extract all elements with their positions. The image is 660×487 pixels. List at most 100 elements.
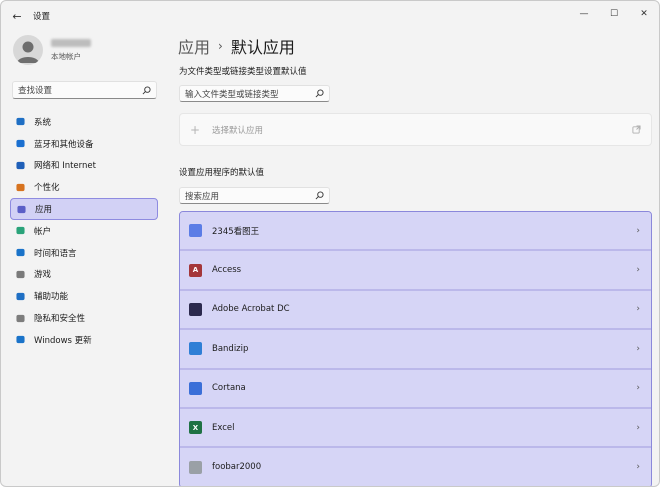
chevron-right-icon: ›	[636, 343, 640, 354]
sidebar-item-4[interactable]: 应用	[10, 198, 158, 220]
maximize-button[interactable]: ☐	[599, 1, 629, 27]
app-search-placeholder: 搜索应用	[185, 191, 220, 202]
sidebar-item-label: 隐私和安全性	[34, 314, 86, 325]
plus-icon: +	[190, 122, 201, 137]
sidebar-item-label: 个性化	[34, 183, 60, 194]
accessibility-icon	[16, 292, 25, 301]
file-type-search-placeholder: 输入文件类型或链接类型	[185, 89, 279, 100]
access-icon: A	[189, 263, 202, 277]
foobar2000-icon	[189, 460, 202, 474]
excel-icon: X	[189, 421, 202, 435]
app-row[interactable]: 2345看图王 ›	[180, 212, 651, 252]
chevron-right-icon: ›	[636, 304, 640, 315]
sidebar-item-6[interactable]: 时间和语言	[10, 242, 158, 264]
chevron-right-icon: ›	[636, 265, 640, 276]
sidebar-item-label: 时间和语言	[34, 248, 77, 259]
back-arrow-icon: ←	[12, 9, 22, 23]
app-row[interactable]: X Excel ›	[180, 408, 651, 449]
breadcrumb-parent[interactable]: 应用	[178, 34, 210, 58]
sidebar-item-9[interactable]: 隐私和安全性	[10, 307, 158, 329]
sidebar-item-5[interactable]: 帐户	[10, 220, 158, 242]
gamepad-icon	[16, 270, 25, 279]
minimize-button[interactable]: —	[569, 1, 599, 27]
breadcrumb-separator: ›	[218, 39, 223, 53]
profile-card[interactable]: 本地帐户	[13, 35, 91, 65]
close-icon: ✕	[640, 9, 648, 19]
back-button[interactable]: ←	[3, 2, 31, 30]
page-title: 默认应用	[230, 38, 295, 57]
app-name: foobar2000	[212, 462, 262, 473]
sidebar-item-label: 游戏	[34, 270, 52, 281]
account-type: 本地帐户	[51, 51, 81, 61]
sidebar: 本地帐户 查找设置 系统蓝牙和其他设备 网络和 Internet 个性化应用帐户时间…	[1, 31, 171, 486]
app-name: Access	[212, 265, 242, 276]
maximize-icon: ☐	[609, 9, 619, 19]
apps-icon	[17, 205, 26, 214]
app-row[interactable]: foobar2000 ›	[180, 448, 651, 486]
chevron-right-icon: ›	[636, 462, 640, 473]
open-external-icon	[632, 125, 641, 134]
sidebar-item-10[interactable]: Windows 更新	[10, 329, 158, 351]
settings-window: ← 设置 — ☐ ✕ 本地帐户 查找设置 系统 蓝牙和其他设备 网络和 Inte…	[0, 0, 660, 487]
brush-icon	[16, 183, 25, 192]
breadcrumb: 应用 › 默认应用	[178, 34, 295, 58]
main-content: 应用 › 默认应用 为文件类型或链接类型设置默认值 输入文件类型或链接类型 + …	[171, 31, 659, 486]
sidebar-item-0[interactable]: 系统	[10, 111, 158, 133]
title-bar: ← 设置 — ☐ ✕	[1, 1, 659, 31]
minimize-icon: —	[579, 9, 589, 19]
sidebar-item-1[interactable]: 蓝牙和其他设备	[10, 133, 158, 155]
profile-name-redacted	[51, 38, 91, 47]
bandizip-icon	[189, 342, 202, 356]
sidebar-item-label: Windows 更新	[34, 335, 92, 346]
system-icon	[16, 117, 25, 126]
search-icon	[142, 85, 151, 94]
sidebar-item-7[interactable]: 游戏	[10, 264, 158, 286]
file-type-section-title: 为文件类型或链接类型设置默认值	[179, 67, 307, 77]
app-list: 2345看图王 › A Access › Adobe Acrobat DC › Bandizi…	[179, 211, 652, 486]
app-name: Excel	[212, 422, 235, 433]
sidebar-item-label: 帐户	[34, 226, 52, 237]
cortana-icon	[189, 381, 202, 395]
app-row[interactable]: Bandizip ›	[180, 330, 651, 370]
2345-viewer-icon	[189, 224, 202, 238]
app-name: 2345看图王	[212, 226, 260, 237]
update-icon	[16, 335, 25, 344]
app-name: Adobe Acrobat DC	[212, 304, 290, 315]
sidebar-item-label: 网络和 Internet	[34, 161, 96, 172]
chevron-right-icon: ›	[636, 225, 640, 236]
wifi-icon	[16, 161, 25, 170]
choose-default-app-button[interactable]: + 选择默认应用	[179, 113, 652, 146]
user-avatar-icon	[17, 41, 39, 63]
sidebar-item-label: 辅助功能	[34, 292, 69, 303]
window-title: 设置	[33, 12, 51, 22]
file-type-search-input[interactable]: 输入文件类型或链接类型	[179, 85, 330, 102]
sidebar-nav: 系统蓝牙和其他设备 网络和 Internet 个性化应用帐户时间和语言游戏辅助功能隐…	[10, 111, 158, 351]
time-language-icon	[16, 248, 25, 257]
sidebar-item-label: 蓝牙和其他设备	[34, 139, 94, 150]
shield-icon	[16, 314, 25, 323]
sidebar-item-label: 应用	[35, 205, 53, 216]
sidebar-item-2[interactable]: 网络和 Internet	[10, 155, 158, 177]
acrobat-icon	[189, 302, 202, 316]
choose-default-app-label: 选择默认应用	[212, 125, 264, 136]
settings-search-input[interactable]: 查找设置	[12, 81, 157, 99]
close-button[interactable]: ✕	[629, 1, 659, 27]
app-row[interactable]: A Access ›	[180, 251, 651, 291]
chevron-right-icon: ›	[636, 422, 640, 433]
app-search-input[interactable]: 搜索应用	[179, 187, 330, 204]
chevron-right-icon: ›	[636, 383, 640, 394]
app-row[interactable]: Cortana ›	[180, 369, 651, 409]
search-icon	[315, 89, 324, 98]
sidebar-item-3[interactable]: 个性化	[10, 176, 158, 198]
app-name: Cortana	[212, 383, 246, 394]
sidebar-item-8[interactable]: 辅助功能	[10, 285, 158, 307]
account-icon	[16, 226, 25, 235]
sidebar-item-label: 系统	[34, 117, 52, 128]
window-controls: — ☐ ✕	[569, 1, 659, 31]
app-row[interactable]: Adobe Acrobat DC ›	[180, 290, 651, 331]
search-icon	[315, 191, 324, 200]
app-name: Bandizip	[212, 343, 249, 354]
avatar	[13, 35, 43, 65]
bluetooth-icon	[16, 139, 25, 148]
apps-section-title: 设置应用程序的默认值	[179, 168, 265, 178]
